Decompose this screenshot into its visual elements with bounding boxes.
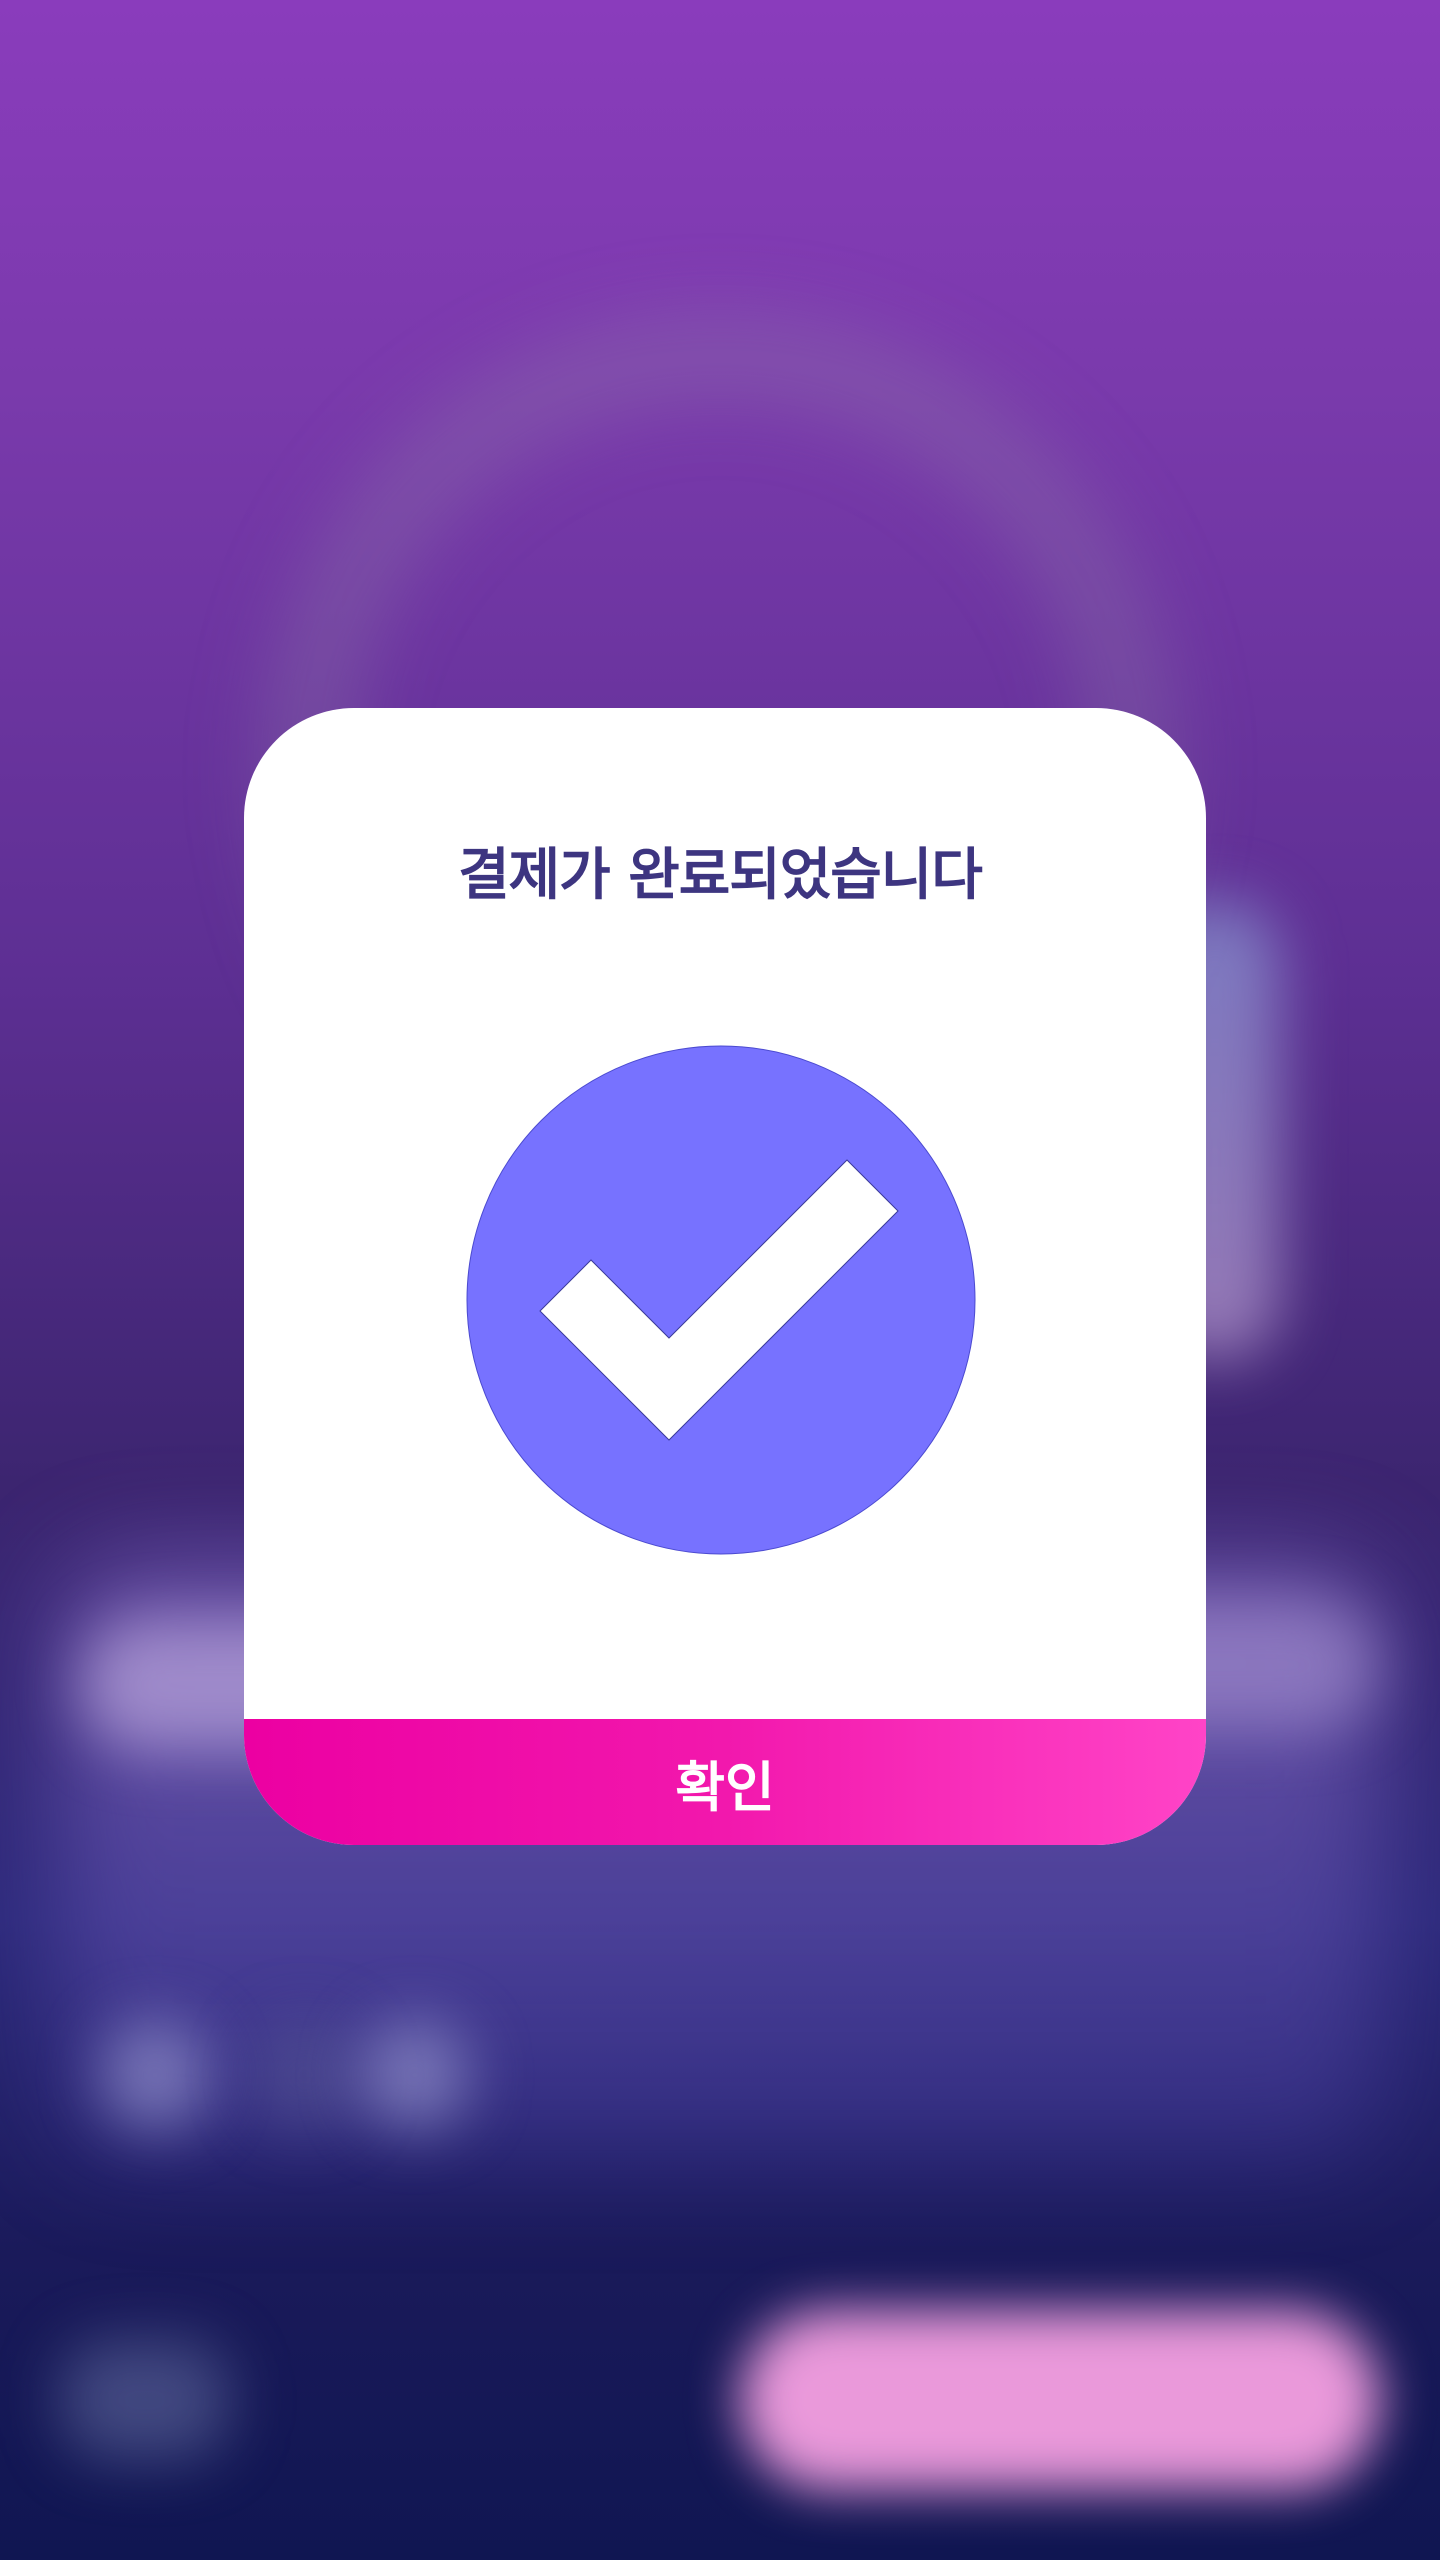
check-circle-icon xyxy=(466,1045,976,1555)
confirm-button[interactable]: 확인 xyxy=(244,1719,1206,1845)
background-dot xyxy=(250,2020,360,2130)
background-shape xyxy=(60,2340,230,2460)
background-dot xyxy=(100,2020,210,2130)
dialog-title: 결제가 완료되었습니다 xyxy=(458,843,983,908)
background-dot xyxy=(360,2020,470,2130)
background-button xyxy=(740,2310,1380,2490)
screen: 확인 결제가 완료되었습니다 xyxy=(0,0,1440,2560)
